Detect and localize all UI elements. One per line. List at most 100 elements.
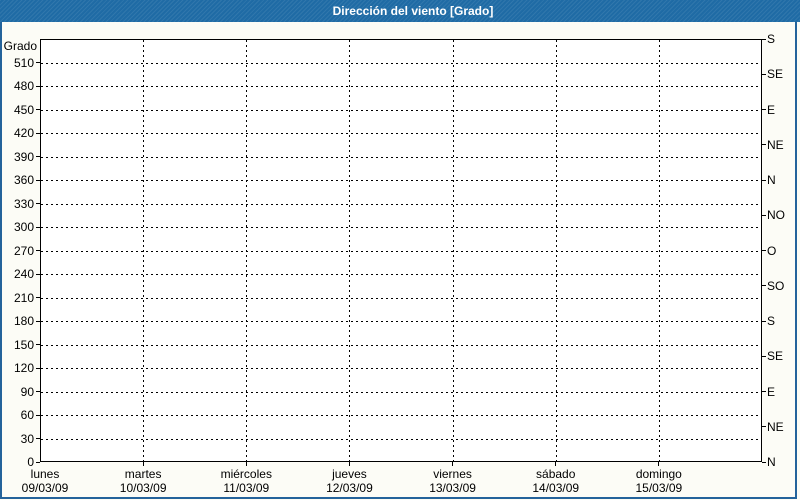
y-left-tick-label: 60 [20, 408, 34, 422]
h-gridline-300 [41, 227, 761, 228]
y-left-tick-label: 150 [13, 337, 34, 352]
chart-title: Dirección del viento [Grado] [332, 4, 494, 18]
y-left-tick-150 [36, 344, 40, 345]
h-gridline-510 [41, 62, 761, 64]
x-day-label: martes 10/03/09 [91, 467, 195, 495]
y-left-tick-label: 30 [20, 431, 34, 446]
h-gridline-270 [41, 250, 761, 252]
x-tick-1 [142, 461, 144, 466]
y-left-tick-360 [36, 179, 40, 181]
y-right-tick-label: SE [767, 349, 784, 364]
y-right-tick-label: O [767, 243, 777, 258]
x-tick-6 [658, 461, 660, 466]
h-gridline-90 [41, 391, 761, 393]
y-left-tick-30 [36, 438, 40, 439]
x-day-date: 12/03/09 [326, 481, 373, 495]
x-day-name: viernes [433, 467, 472, 481]
y-left-tick-label: 120 [13, 361, 34, 375]
v-gridline-2 [246, 40, 248, 461]
h-gridline-120 [41, 368, 761, 369]
y-left-tick-label: 210 [13, 290, 34, 305]
y-left-tick-label: 90 [20, 384, 34, 399]
y-left-tick-450 [36, 109, 40, 110]
y-right-tick-540 [762, 38, 766, 40]
x-day-date: 10/03/09 [119, 481, 167, 495]
y-left-tick-90 [36, 391, 40, 392]
h-gridline-390 [41, 156, 761, 158]
y-right-tick-360 [762, 179, 766, 181]
x-day-label: domingo 15/03/09 [607, 467, 711, 495]
y-left-tick-label: 240 [13, 267, 34, 281]
y-right-tick-405 [762, 144, 766, 146]
y-left-tick-60 [36, 414, 40, 416]
y-right-tick-label: NE [767, 419, 784, 434]
y-left-tick-300 [36, 226, 40, 228]
x-tick-3 [348, 461, 350, 466]
y-left-tick-label: 330 [13, 196, 34, 211]
x-day-name: domingo [635, 467, 682, 481]
y-right-tick-label: E [767, 102, 776, 117]
h-gridline-150 [41, 344, 761, 346]
v-gridline-3 [349, 40, 351, 461]
y-right-tick-180 [762, 320, 766, 322]
y-left-tick-390 [36, 156, 40, 157]
y-right-tick-90 [762, 391, 766, 392]
h-gridline-240 [41, 274, 761, 275]
y-left-tick-label: 510 [13, 55, 34, 70]
y-left-tick-210 [36, 297, 40, 298]
h-gridline-480 [41, 86, 761, 87]
x-tick-4 [452, 461, 454, 466]
x-day-date: 15/03/09 [635, 481, 683, 495]
h-gridline-210 [41, 297, 761, 299]
x-day-name: miércoles [220, 467, 272, 481]
x-day-name: lunes [30, 467, 60, 481]
y-right-tick-0 [762, 461, 766, 463]
y-right-tick-495 [762, 73, 766, 75]
x-day-date: 09/03/09 [21, 481, 69, 495]
y-left-tick-510 [36, 62, 40, 63]
y-right-tick-label: NE [767, 137, 784, 152]
y-left-tick-330 [36, 203, 40, 204]
y-left-tick-270 [36, 250, 40, 251]
x-day-label: sábado 14/03/09 [504, 467, 608, 495]
h-gridline-420 [41, 133, 761, 134]
y-right-tick-45 [762, 426, 766, 428]
v-gridline-5 [555, 40, 557, 461]
x-day-name: sábado [536, 467, 576, 481]
v-gridline-4 [452, 40, 454, 461]
chart-window: Dirección del viento [Grado] Grado 0 30 60… [0, 0, 800, 500]
x-day-date: 11/03/09 [223, 481, 270, 495]
y-right-tick-315 [762, 214, 766, 216]
y-right-tick-label: N [767, 455, 776, 469]
y-left-tick-label: 390 [13, 149, 34, 164]
v-gridline-6 [658, 40, 660, 461]
x-day-date: 14/03/09 [532, 481, 580, 495]
y-left-tick-label: 180 [13, 314, 34, 328]
x-day-label: lunes 09/03/09 [0, 467, 97, 495]
x-day-name: jueves [332, 467, 367, 481]
y-right-tick-label: NO [767, 208, 785, 223]
chart-title-bar: Dirección del viento [Grado] [0, 0, 800, 22]
y-left-tick-label: 480 [13, 79, 34, 93]
y-right-tick-label: SE [767, 67, 784, 82]
y-left-tick-240 [36, 273, 40, 275]
x-tick-2 [245, 461, 247, 466]
y-left-tick-480 [36, 85, 40, 87]
y-axis-title: Grado [3, 39, 37, 53]
x-day-label: miércoles 11/03/09 [194, 467, 298, 495]
v-gridline-1 [143, 40, 145, 461]
x-day-label: jueves 12/03/09 [297, 467, 401, 495]
h-gridline-450 [41, 109, 761, 111]
y-left-tick-label: 360 [13, 173, 34, 187]
h-gridline-360 [41, 180, 761, 181]
y-left-tick-120 [36, 367, 40, 369]
y-right-tick-225 [762, 285, 766, 287]
y-right-tick-label: S [767, 32, 776, 46]
y-left-tick-label: 300 [13, 220, 34, 234]
y-right-tick-label: E [767, 384, 776, 399]
y-left-tick-label: 270 [13, 243, 34, 258]
y-right-tick-135 [762, 355, 766, 357]
h-gridline-60 [41, 415, 761, 416]
y-left-tick-label: 420 [13, 126, 34, 140]
y-left-tick-420 [36, 132, 40, 134]
